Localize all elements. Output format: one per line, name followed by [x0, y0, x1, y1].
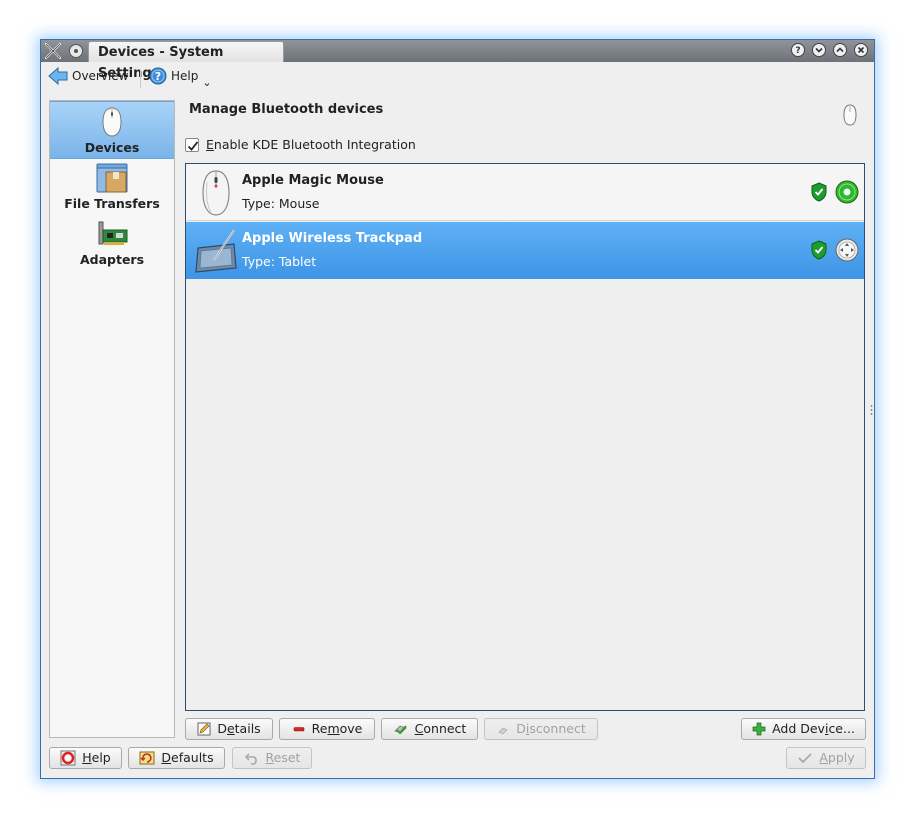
- connect-label: Connect: [414, 721, 467, 736]
- maximize-button[interactable]: [833, 43, 847, 57]
- title-bar[interactable]: Devices - System Settings ?: [41, 40, 874, 81]
- sidebar-item-devices[interactable]: Devices: [50, 101, 174, 159]
- sidebar-item-adapters[interactable]: Adapters: [50, 214, 174, 270]
- apply-button[interactable]: Apply: [786, 747, 866, 769]
- minus-icon: [293, 727, 304, 732]
- chevron-down-icon: [815, 47, 823, 53]
- pencil-icon: [197, 722, 211, 736]
- remove-label: Remove: [311, 721, 363, 736]
- minimize-button[interactable]: [812, 43, 826, 57]
- module-sidebar: Devices File Transfers Adapters: [49, 100, 175, 738]
- add-device-label: Add Device...: [772, 721, 855, 736]
- help-dropdown-arrow[interactable]: ⌄: [202, 76, 211, 89]
- help-label: Help: [171, 69, 199, 83]
- page-title: Manage Bluetooth devices: [189, 102, 384, 117]
- details-label: Details: [217, 721, 261, 736]
- window-menu-button[interactable]: [69, 44, 83, 58]
- device-name: Apple Wireless Trackpad: [242, 231, 423, 246]
- enable-bluetooth-label: Enable KDE Bluetooth Integration: [206, 137, 416, 152]
- window-title: Devices - System Settings: [88, 41, 284, 81]
- add-device-button[interactable]: Add Device...: [741, 718, 866, 740]
- checkmark-icon: [187, 140, 199, 151]
- reset-label: Reset: [265, 750, 301, 765]
- remove-button[interactable]: Remove: [279, 718, 375, 740]
- device-row-apple-magic-mouse[interactable]: Apple Magic Mouse Type: Mouse: [186, 164, 864, 221]
- help-icon: ?: [149, 67, 167, 85]
- help-button[interactable]: Help: [49, 747, 122, 769]
- splitter-handle[interactable]: [870, 403, 873, 417]
- system-settings-icon[interactable]: [44, 42, 62, 60]
- connected-status-icon[interactable]: [835, 180, 859, 204]
- sidebar-item-file-transfers[interactable]: File Transfers: [50, 158, 174, 214]
- undo-icon: [244, 753, 257, 765]
- checkmark-icon: [798, 753, 812, 764]
- checkbox[interactable]: [185, 137, 199, 152]
- connect-icon: [393, 725, 407, 735]
- device-name: Apple Magic Mouse: [242, 173, 384, 188]
- disconnect-icon: [498, 727, 508, 735]
- chevron-up-icon: [836, 47, 844, 53]
- network-card-icon: [98, 221, 128, 245]
- grip-icon: [870, 405, 873, 415]
- toolbar-separator: [140, 70, 141, 88]
- help-menu-button[interactable]: ? Help ⌄: [149, 67, 212, 89]
- trusted-shield-icon[interactable]: [810, 240, 828, 260]
- overview-label: Overview: [72, 69, 129, 83]
- svg-text:?: ?: [155, 70, 161, 83]
- device-type: Type: Mouse: [242, 196, 320, 211]
- label-text: nable KDE Bluetooth Integration: [213, 137, 416, 152]
- device-row-apple-wireless-trackpad[interactable]: Apple Wireless Trackpad Type: Tablet: [186, 222, 864, 279]
- sidebar-item-label: File Transfers: [64, 196, 160, 211]
- device-list[interactable]: Apple Magic Mouse Type: Mouse Apple Wire…: [185, 163, 865, 711]
- defaults-button[interactable]: Defaults: [128, 747, 225, 769]
- defaults-label: Defaults: [161, 750, 214, 765]
- connect-button[interactable]: Connect: [381, 718, 478, 740]
- folder-box-icon: [96, 163, 128, 193]
- help-window-button[interactable]: ?: [791, 43, 805, 57]
- apply-label: Apply: [819, 750, 855, 765]
- back-arrow-icon: [48, 67, 68, 85]
- trusted-shield-icon[interactable]: [810, 182, 828, 202]
- device-type: Type: Tablet: [242, 254, 317, 269]
- accelerator-char: E: [206, 137, 214, 152]
- close-button[interactable]: [854, 43, 868, 57]
- disconnect-button[interactable]: Disconnect: [484, 718, 598, 740]
- help-button-label: Help: [82, 750, 111, 765]
- plus-icon: [752, 722, 766, 736]
- mouse-icon: [202, 170, 230, 216]
- disconnect-label: Disconnect: [516, 721, 586, 736]
- disconnected-status-icon[interactable]: [835, 238, 859, 262]
- sidebar-item-label: Devices: [84, 140, 140, 155]
- help-lifebuoy-icon: [60, 750, 76, 766]
- details-button[interactable]: Details: [185, 718, 273, 740]
- overview-button[interactable]: Overview: [48, 67, 129, 85]
- toolbar: Overview ? Help ⌄: [41, 63, 874, 93]
- enable-bluetooth-checkbox[interactable]: Enable KDE Bluetooth Integration: [185, 137, 416, 152]
- system-settings-window: Devices - System Settings ? Overview ? H…: [40, 39, 875, 779]
- close-icon: [857, 46, 865, 54]
- mouse-icon: [102, 107, 122, 137]
- sidebar-item-label: Adapters: [79, 252, 145, 267]
- mouse-icon: [843, 104, 857, 126]
- defaults-icon: [139, 751, 155, 765]
- reset-button[interactable]: Reset: [232, 747, 312, 769]
- tablet-icon: [195, 229, 237, 273]
